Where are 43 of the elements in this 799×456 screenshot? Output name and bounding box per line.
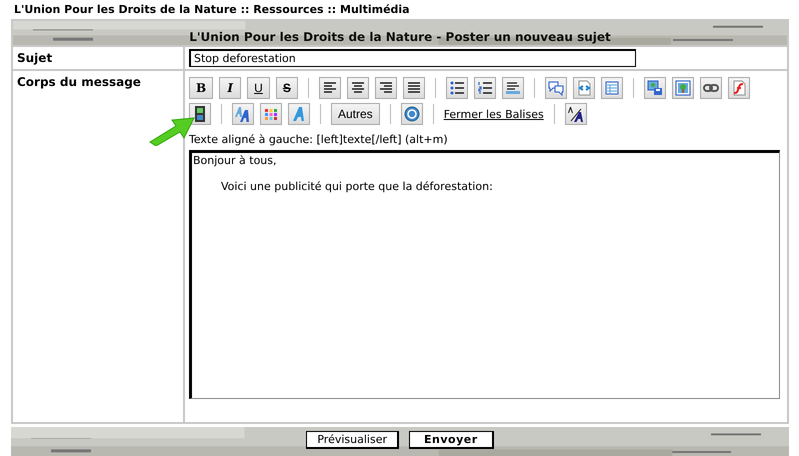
font-face-button[interactable] xyxy=(288,103,310,125)
horizontal-rule-button[interactable] xyxy=(502,77,524,99)
bullet-list-icon xyxy=(448,79,466,97)
font-size-button[interactable] xyxy=(232,103,254,125)
message-field[interactable]: Bonjour à tous, Voici une publicité qui porte que la déforestation: xyxy=(189,150,780,399)
more-button[interactable]: Autres xyxy=(331,103,380,125)
image-icon xyxy=(674,79,692,97)
format-button[interactable]: I xyxy=(219,77,242,99)
numbered-list-button[interactable] xyxy=(474,77,496,99)
flash-page-button[interactable] xyxy=(728,77,750,99)
subject-field[interactable]: Stop deforestation xyxy=(189,49,636,67)
image-save-button[interactable] xyxy=(644,77,666,99)
numbered-list-icon xyxy=(476,79,494,97)
bullet-list-button[interactable] xyxy=(446,77,468,99)
form-title: L'Union Pour les Droits de la Nature - Poster un nouveau sujet xyxy=(189,30,611,45)
format-button[interactable]: S xyxy=(276,77,298,99)
code-page-button[interactable] xyxy=(572,77,595,99)
preview-button[interactable]: Prévisualiser xyxy=(306,431,399,449)
image-save-icon xyxy=(646,79,664,97)
justify-button[interactable] xyxy=(402,77,425,99)
text-resize-button[interactable] xyxy=(564,103,587,125)
breadcrumb: L'Union Pour les Droits de la Nature :: Ressources :: Multimédia xyxy=(13,2,411,16)
color-palette-button[interactable] xyxy=(260,103,282,125)
format-button[interactable]: U xyxy=(247,77,270,99)
field-label: Sujet xyxy=(13,47,185,69)
speech-bubbles-button[interactable] xyxy=(544,77,567,99)
close-tags-link[interactable]: Fermer les Balises xyxy=(444,108,544,120)
link-chain-button[interactable] xyxy=(700,77,722,99)
submit-button[interactable]: Envoyer xyxy=(409,431,494,449)
align-right-button[interactable] xyxy=(374,77,397,99)
align-left-button[interactable] xyxy=(318,77,341,99)
help-icon xyxy=(402,105,421,123)
table-icon xyxy=(602,79,621,97)
help-text: Texte aligné à gauche: [left]texte[/left] (alt+m) xyxy=(189,133,449,146)
table-button[interactable] xyxy=(600,77,623,99)
align-center-button[interactable] xyxy=(346,77,369,99)
film-strip-button[interactable] xyxy=(189,103,211,125)
format-button[interactable]: B xyxy=(189,77,214,99)
text-resize-icon xyxy=(566,105,585,123)
speech-bubbles-icon xyxy=(546,79,565,97)
help-button[interactable] xyxy=(400,103,423,125)
font-size-icon xyxy=(234,105,252,123)
image-button[interactable] xyxy=(672,77,694,99)
